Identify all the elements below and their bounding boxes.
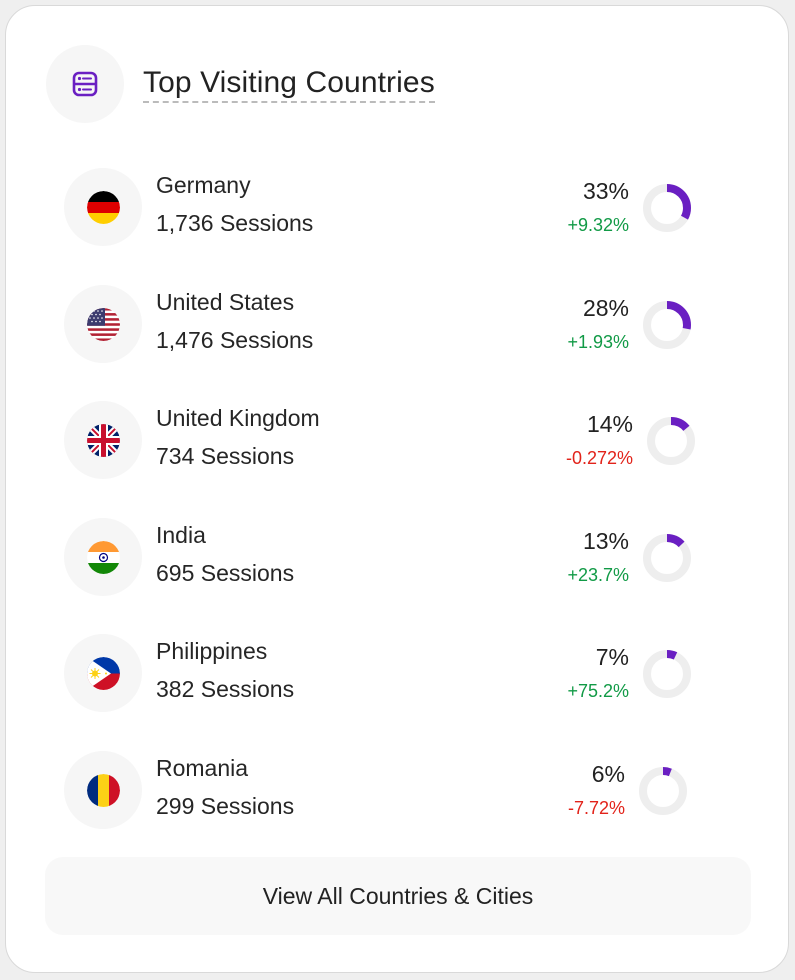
share-donut — [639, 767, 687, 815]
country-row[interactable]: Philippines 382 Sessions 7% +75.2% — [64, 634, 704, 714]
share-percent: 6% — [591, 761, 625, 787]
list-icon — [72, 71, 98, 97]
session-count: 1,736 Sessions — [156, 210, 314, 236]
session-count: 382 Sessions — [156, 676, 295, 702]
country-name: India — [156, 522, 206, 548]
change-percent: +75.2% — [567, 681, 629, 701]
share-donut — [643, 184, 691, 232]
top-countries-card: Top Visiting Countries Germany 1,736 Ses… — [5, 5, 789, 973]
country-row[interactable]: Romania 299 Sessions 6% -7.72% — [64, 751, 704, 831]
share-donut — [643, 534, 691, 582]
change-percent: -0.272% — [565, 448, 633, 468]
country-name: United States — [156, 289, 295, 315]
share-donut — [643, 650, 691, 698]
romania-flag-icon — [86, 773, 120, 807]
share-percent: 7% — [595, 644, 629, 670]
country-row[interactable]: United Kingdom 734 Sessions 14% -0.272% — [64, 401, 704, 481]
flag-container — [64, 168, 142, 246]
flag-container — [64, 285, 142, 363]
donut-track — [643, 650, 691, 698]
country-name: Romania — [156, 755, 249, 781]
united-states-flag-icon — [86, 307, 120, 341]
country-name: United Kingdom — [156, 405, 320, 431]
country-name: Philippines — [156, 638, 268, 664]
card-title[interactable]: Top Visiting Countries — [143, 66, 435, 103]
flag-container — [64, 518, 142, 596]
view-all-countries-button[interactable]: View All Countries & Cities — [45, 857, 751, 935]
philippines-flag-icon — [86, 656, 120, 690]
share-donut — [647, 417, 695, 465]
share-percent: 14% — [586, 411, 633, 437]
session-count: 695 Sessions — [156, 560, 295, 586]
session-count: 734 Sessions — [156, 443, 295, 469]
header-icon-container — [46, 45, 124, 123]
country-row[interactable]: Germany 1,736 Sessions 33% +9.32% — [64, 168, 704, 248]
share-percent: 13% — [582, 528, 629, 554]
donut-track — [639, 767, 687, 815]
flag-container — [64, 634, 142, 712]
germany-flag-icon — [86, 190, 120, 224]
flag-container — [64, 751, 142, 829]
change-percent: +23.7% — [567, 565, 629, 585]
session-count: 1,476 Sessions — [156, 327, 314, 353]
share-percent: 28% — [582, 295, 629, 321]
country-row[interactable]: India 695 Sessions 13% +23.7% — [64, 518, 704, 598]
change-percent: -7.72% — [567, 798, 625, 818]
share-percent: 33% — [582, 178, 629, 204]
session-count: 299 Sessions — [156, 793, 295, 819]
flag-container — [64, 401, 142, 479]
united-kingdom-flag-icon — [86, 423, 120, 457]
india-flag-icon — [86, 540, 120, 574]
country-name: Germany — [156, 172, 251, 198]
share-donut — [643, 301, 691, 349]
change-percent: +9.32% — [567, 215, 629, 235]
change-percent: +1.93% — [567, 332, 629, 352]
country-row[interactable]: United States 1,476 Sessions 28% +1.93% — [64, 285, 704, 365]
